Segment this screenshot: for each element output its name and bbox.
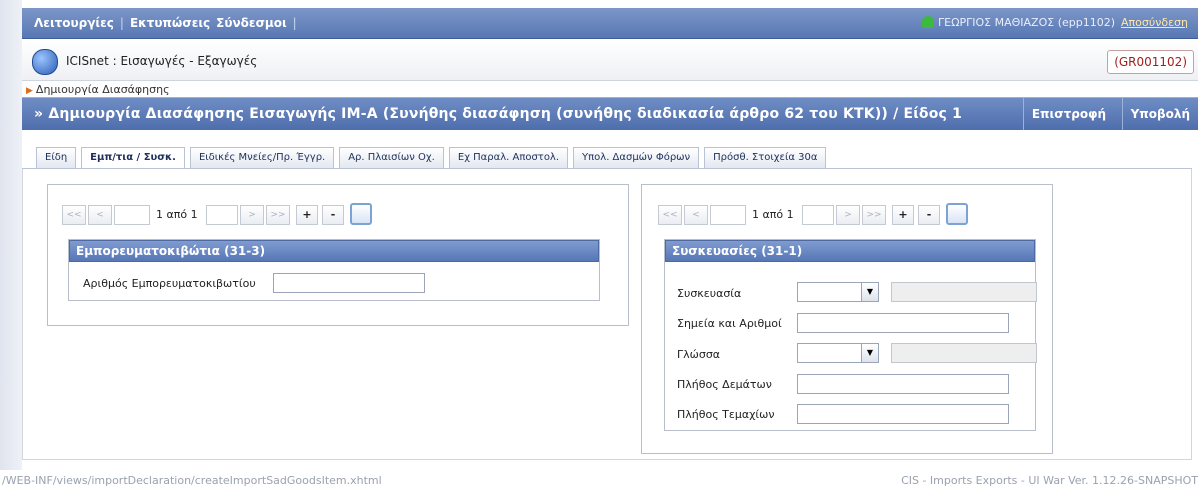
pieces-count-label: Πλήθος Τεμαχίων	[677, 408, 775, 421]
user-name: ΓΕΩΡΓΙΟΣ ΜΑΘΙΑΖΟΣ (epp1102)	[938, 16, 1116, 29]
pager-page-input[interactable]	[710, 205, 746, 225]
container-number-input[interactable]	[273, 273, 425, 293]
packages-pager: << < 1 από 1 > >> + -	[658, 203, 988, 225]
pager-last-button[interactable]: >>	[266, 205, 290, 225]
language-select[interactable]: ▼	[797, 343, 879, 363]
pager-page-input[interactable]	[114, 205, 150, 225]
pager-prev-button[interactable]: <	[684, 205, 708, 225]
globe-logo-icon	[32, 49, 58, 75]
office-code-badge: (GR001102)	[1107, 50, 1194, 74]
pager-first-button[interactable]: <<	[658, 205, 682, 225]
main-menu: Λειτουργίες | Εκτυπώσεις Σύνδεσμοι |	[34, 16, 303, 30]
page-title-bar: » Δημιουργία Διασάφησης Εισαγωγής IM-A (…	[22, 97, 1198, 130]
pager-first-button[interactable]: <<	[62, 205, 86, 225]
containers-pager: << < 1 από 1 > >> + -	[62, 203, 392, 225]
menu-item-functions[interactable]: Λειτουργίες	[34, 16, 114, 30]
status-footer: /WEB-INF/views/importDeclaration/createI…	[0, 472, 1198, 490]
remove-container-button[interactable]: -	[322, 205, 344, 225]
top-menu-bar: Λειτουργίες | Εκτυπώσεις Σύνδεσμοι | ΓΕΩΡΓΙΟ…	[22, 8, 1198, 39]
back-button[interactable]: Επιστροφή	[1022, 98, 1114, 130]
submit-button[interactable]: Υποβολή	[1121, 98, 1198, 130]
containers-fieldset: Εμπορευματοκιβώτια (31-3) Αριθμός Εμπορε…	[68, 239, 600, 301]
menu-separator: |	[119, 16, 124, 30]
add-container-button[interactable]: +	[296, 205, 318, 225]
tab-duty-calculation[interactable]: Υπολ. Δασμών Φόρων	[573, 147, 700, 168]
menu-separator: |	[292, 16, 297, 30]
pager-last-button[interactable]: >>	[862, 205, 886, 225]
logout-link[interactable]: Αποσύνδεση	[1121, 16, 1188, 29]
marks-numbers-label: Σημεία και Αριθμοί	[677, 317, 782, 330]
marks-numbers-input[interactable]	[797, 313, 1009, 333]
language-description-field	[891, 343, 1037, 363]
tab-additional-info[interactable]: Πρόσθ. Στοιχεία 30α	[704, 147, 827, 168]
containers-legend: Εμπορευματοκιβώτια (31-3)	[69, 240, 599, 262]
window-icon[interactable]	[946, 203, 968, 225]
tab-dispatch[interactable]: Εχ Παραλ. Αποστολ.	[448, 147, 569, 168]
pager-next-button[interactable]: >	[240, 205, 264, 225]
version-text: CIS - Imports Exports - UI War Ver. 1.12…	[901, 474, 1198, 487]
pager-total-box	[802, 205, 834, 225]
packages-legend: Συσκευασίες (31-1)	[665, 240, 1035, 262]
packaging-description-field	[891, 282, 1037, 302]
window-icon[interactable]	[350, 203, 372, 225]
pieces-count-input[interactable]	[797, 404, 1009, 424]
breadcrumb-item[interactable]: Δημιουργία Διασάφησης	[36, 83, 170, 96]
tab-special-mentions[interactable]: Ειδικές Μνείες/Πρ. Έγγρ.	[189, 147, 335, 168]
packaging-label: Συσκευασία	[677, 287, 742, 300]
user-icon	[922, 16, 935, 28]
left-gutter	[0, 0, 22, 470]
menu-item-links[interactable]: Σύνδεσμοι	[216, 16, 287, 30]
chevron-down-icon[interactable]: ▼	[861, 283, 878, 301]
tab-containers-packages[interactable]: Εμπ/τια / Συσκ.	[81, 147, 185, 169]
remove-package-button[interactable]: -	[918, 205, 940, 225]
bundles-count-input[interactable]	[797, 374, 1009, 394]
container-number-label: Αριθμός Εμπορευματοκιβωτίου	[83, 277, 256, 290]
page-title: » Δημιουργία Διασάφησης Εισαγωγής IM-A (…	[34, 106, 963, 122]
containers-panel: << < 1 από 1 > >> + - Εμπορευματοκιβώτια…	[47, 184, 629, 326]
pager-prev-button[interactable]: <	[88, 205, 112, 225]
chevron-down-icon[interactable]: ▼	[861, 344, 878, 362]
view-path: /WEB-INF/views/importDeclaration/createI…	[2, 474, 382, 487]
tab-content: << < 1 από 1 > >> + - Εμπορευματοκιβώτια…	[22, 169, 1192, 460]
menu-item-prints[interactable]: Εκτυπώσεις	[130, 16, 210, 30]
pager-total-box	[206, 205, 238, 225]
breadcrumb-arrow-icon: ▶	[26, 86, 33, 96]
packaging-select[interactable]: ▼	[797, 282, 879, 302]
bundles-count-label: Πλήθος Δεμάτων	[677, 378, 772, 391]
pager-text: 1 από 1	[156, 208, 198, 221]
packages-fieldset: Συσκευασίες (31-1) Συσκευασία ▼ Σημεία κ…	[664, 239, 1037, 431]
language-label: Γλώσσα	[677, 348, 721, 361]
tab-items[interactable]: Είδη	[36, 147, 77, 168]
tab-bar: Είδη Εμπ/τια / Συσκ. Ειδικές Μνείες/Πρ. …	[36, 147, 831, 169]
packages-panel: << < 1 από 1 > >> + - Συσκευασίες (31-1)…	[641, 184, 1053, 454]
pager-text: 1 από 1	[752, 208, 794, 221]
tab-vehicle-frames[interactable]: Αρ. Πλαισίων Οχ.	[339, 147, 444, 168]
app-header: ICISnet : Εισαγωγές - Εξαγωγές (GR001102…	[22, 40, 1198, 81]
breadcrumb: ▶ Δημιουργία Διασάφησης	[26, 83, 170, 96]
app-title: ICISnet : Εισαγωγές - Εξαγωγές	[66, 54, 258, 68]
add-package-button[interactable]: +	[892, 205, 914, 225]
pager-next-button[interactable]: >	[836, 205, 860, 225]
user-info: ΓΕΩΡΓΙΟΣ ΜΑΘΙΑΖΟΣ (epp1102) Αποσύνδεση	[922, 16, 1188, 29]
